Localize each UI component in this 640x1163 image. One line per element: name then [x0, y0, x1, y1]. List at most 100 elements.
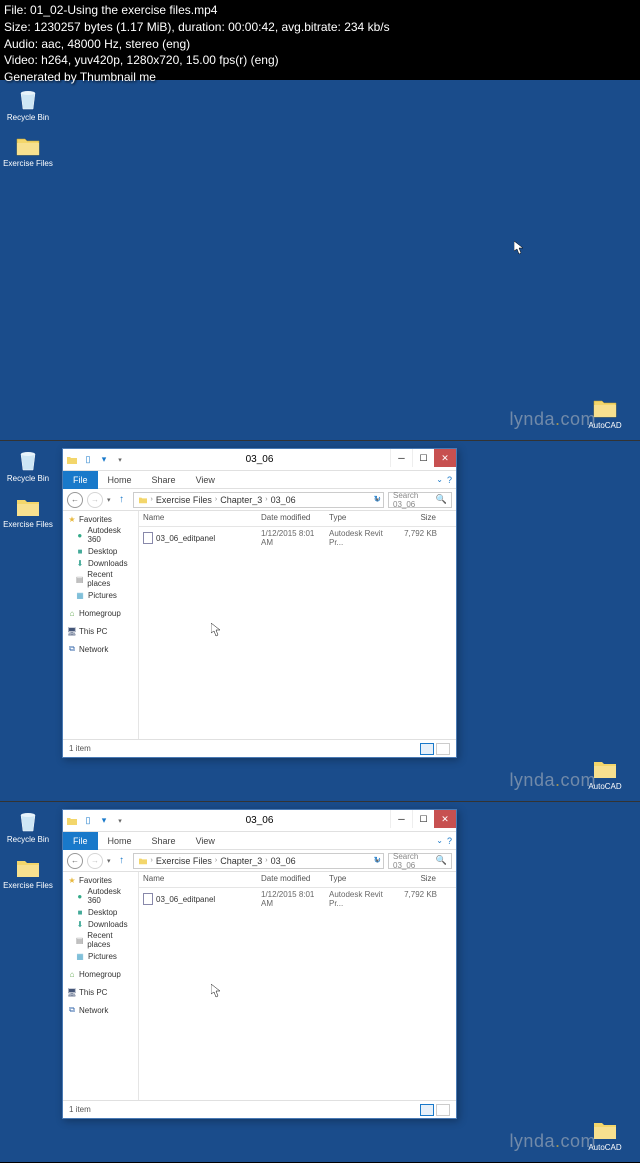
sidebar-item-downloads[interactable]: ⬇Downloads	[65, 918, 136, 930]
column-headers[interactable]: Name Date modified Type Size	[139, 872, 456, 888]
column-headers[interactable]: Name Date modified Type Size	[139, 511, 456, 527]
sidebar-item-autodesk360[interactable]: ●Autodesk 360	[65, 525, 136, 545]
desktop-icon-recycle-bin[interactable]: Recycle Bin	[3, 807, 53, 844]
ribbon-expand-icon[interactable]: ⌄	[436, 836, 443, 846]
sidebar-homegroup-header[interactable]: ⌂Homegroup	[65, 968, 136, 980]
sidebar-homegroup-header[interactable]: ⌂Homegroup	[65, 607, 136, 619]
chevron-right-icon[interactable]: ›	[215, 857, 217, 864]
ribbon-tab-home[interactable]: Home	[98, 471, 142, 489]
sidebar-favorites-header[interactable]: ★Favorites	[65, 874, 136, 886]
ribbon-tab-file[interactable]: File	[63, 471, 98, 489]
nav-back-button[interactable]: ←	[67, 853, 83, 869]
desktop-icon-exercise-files[interactable]: Exercise Files	[3, 857, 53, 890]
desktop-icon-recycle-bin[interactable]: Recycle Bin	[3, 446, 53, 483]
file-explorer-window[interactable]: ▯ ▾ ▾ 03_06 ─ ☐ ✕ File Home Share View ⌄…	[62, 448, 457, 758]
column-header-type[interactable]: Type	[325, 872, 391, 887]
help-icon[interactable]: ?	[447, 475, 452, 485]
file-list-area[interactable]: Name Date modified Type Size 03_06_editp…	[139, 511, 456, 739]
sidebar-item-recent[interactable]: ▤Recent places	[65, 930, 136, 950]
sidebar-item-pictures[interactable]: ▦Pictures	[65, 589, 136, 601]
column-header-name[interactable]: Name	[139, 511, 257, 526]
file-row[interactable]: 03_06_editpanel 1/12/2015 8:01 AM Autode…	[139, 888, 456, 910]
ribbon-tab-file[interactable]: File	[63, 832, 98, 850]
sidebar-item-pictures[interactable]: ▦Pictures	[65, 950, 136, 962]
watermark: lynda.com	[509, 409, 596, 430]
properties-icon[interactable]: ▯	[81, 453, 95, 467]
breadcrumb-segment[interactable]: Exercise Files	[156, 856, 212, 866]
sidebar-item-desktop[interactable]: ■Desktop	[65, 545, 136, 557]
refresh-icon[interactable]: ↻	[373, 855, 381, 866]
navigation-pane[interactable]: ★ Favorites ●Autodesk 360 ■Desktop ⬇Down…	[63, 511, 139, 739]
sidebar-item-desktop[interactable]: ■Desktop	[65, 906, 136, 918]
nav-up-button[interactable]: ↑	[115, 493, 129, 507]
column-header-type[interactable]: Type	[325, 511, 391, 526]
breadcrumb-segment[interactable]: 03_06	[271, 856, 296, 866]
chevron-right-icon[interactable]: ›	[215, 496, 217, 503]
details-view-icon[interactable]	[420, 1104, 434, 1116]
sidebar-thispc-header[interactable]: 🖥This PC	[65, 625, 136, 637]
close-button[interactable]: ✕	[434, 449, 456, 467]
maximize-button[interactable]: ☐	[412, 449, 434, 467]
breadcrumb-segment[interactable]: Chapter_3	[220, 856, 262, 866]
titlebar[interactable]: ▯ ▾ ▾ 03_06 ─ ☐ ✕	[63, 810, 456, 832]
address-bar[interactable]: › Exercise Files › Chapter_3 › 03_06 ▾ ↻	[133, 492, 384, 508]
sidebar-favorites-header[interactable]: ★ Favorites	[65, 513, 136, 525]
icons-view-icon[interactable]	[436, 743, 450, 755]
sidebar-item-downloads[interactable]: ⬇Downloads	[65, 557, 136, 569]
qat-dropdown-icon[interactable]: ▾	[113, 453, 127, 467]
ribbon-tab-share[interactable]: Share	[142, 471, 186, 489]
sidebar-thispc-header[interactable]: 🖥This PC	[65, 986, 136, 998]
refresh-icon[interactable]: ↻	[373, 494, 381, 505]
new-folder-icon[interactable]: ▾	[97, 453, 111, 467]
details-view-icon[interactable]	[420, 743, 434, 755]
ribbon-expand-icon[interactable]: ⌄	[436, 475, 443, 485]
ribbon-tab-home[interactable]: Home	[98, 832, 142, 850]
search-input[interactable]: Search 03_06 🔍	[388, 853, 452, 869]
recycle-bin-label: Recycle Bin	[3, 474, 53, 483]
nav-back-button[interactable]: ←	[67, 492, 83, 508]
titlebar[interactable]: ▯ ▾ ▾ 03_06 ─ ☐ ✕	[63, 449, 456, 471]
sidebar-item-recent[interactable]: ▤Recent places	[65, 569, 136, 589]
nav-recent-dropdown[interactable]: ▾	[107, 857, 111, 865]
chevron-right-icon[interactable]: ›	[151, 496, 153, 503]
nav-forward-button[interactable]: →	[87, 853, 103, 869]
navigation-pane[interactable]: ★Favorites ●Autodesk 360 ■Desktop ⬇Downl…	[63, 872, 139, 1100]
breadcrumb-segment[interactable]: 03_06	[271, 495, 296, 505]
file-list-area[interactable]: Name Date modified Type Size 03_06_editp…	[139, 872, 456, 1100]
search-input[interactable]: Search 03_06 🔍	[388, 492, 452, 508]
breadcrumb-segment[interactable]: Exercise Files	[156, 495, 212, 505]
maximize-button[interactable]: ☐	[412, 810, 434, 828]
close-button[interactable]: ✕	[434, 810, 456, 828]
minimize-button[interactable]: ─	[390, 810, 412, 828]
sidebar-item-autodesk360[interactable]: ●Autodesk 360	[65, 886, 136, 906]
desktop-icon-exercise-files[interactable]: Exercise Files	[3, 496, 53, 529]
address-bar[interactable]: › Exercise Files › Chapter_3 › 03_06 ▾ ↻	[133, 853, 384, 869]
chevron-right-icon[interactable]: ›	[265, 496, 267, 503]
help-icon[interactable]: ?	[447, 836, 452, 846]
new-folder-icon[interactable]: ▾	[97, 814, 111, 828]
chevron-right-icon[interactable]: ›	[265, 857, 267, 864]
qat-dropdown-icon[interactable]: ▾	[113, 814, 127, 828]
column-header-size[interactable]: Size	[391, 511, 441, 526]
sidebar-network-header[interactable]: ⧉Network	[65, 643, 136, 655]
chevron-right-icon[interactable]: ›	[151, 857, 153, 864]
ribbon-tab-share[interactable]: Share	[142, 832, 186, 850]
column-header-date[interactable]: Date modified	[257, 511, 325, 526]
icons-view-icon[interactable]	[436, 1104, 450, 1116]
nav-recent-dropdown[interactable]: ▾	[107, 496, 111, 504]
column-header-name[interactable]: Name	[139, 872, 257, 887]
nav-forward-button[interactable]: →	[87, 492, 103, 508]
breadcrumb-segment[interactable]: Chapter_3	[220, 495, 262, 505]
file-explorer-window[interactable]: ▯ ▾ ▾ 03_06 ─ ☐ ✕ File Home Share View ⌄…	[62, 809, 457, 1119]
ribbon-tab-view[interactable]: View	[186, 471, 225, 489]
column-header-date[interactable]: Date modified	[257, 872, 325, 887]
desktop-icon-exercise-files[interactable]: Exercise Files	[3, 135, 53, 168]
column-header-size[interactable]: Size	[391, 872, 441, 887]
desktop-icon-recycle-bin[interactable]: Recycle Bin	[3, 85, 53, 122]
ribbon-tab-view[interactable]: View	[186, 832, 225, 850]
minimize-button[interactable]: ─	[390, 449, 412, 467]
file-row[interactable]: 03_06_editpanel 1/12/2015 8:01 AM Autode…	[139, 527, 456, 549]
nav-up-button[interactable]: ↑	[115, 854, 129, 868]
properties-icon[interactable]: ▯	[81, 814, 95, 828]
sidebar-network-header[interactable]: ⧉Network	[65, 1004, 136, 1016]
